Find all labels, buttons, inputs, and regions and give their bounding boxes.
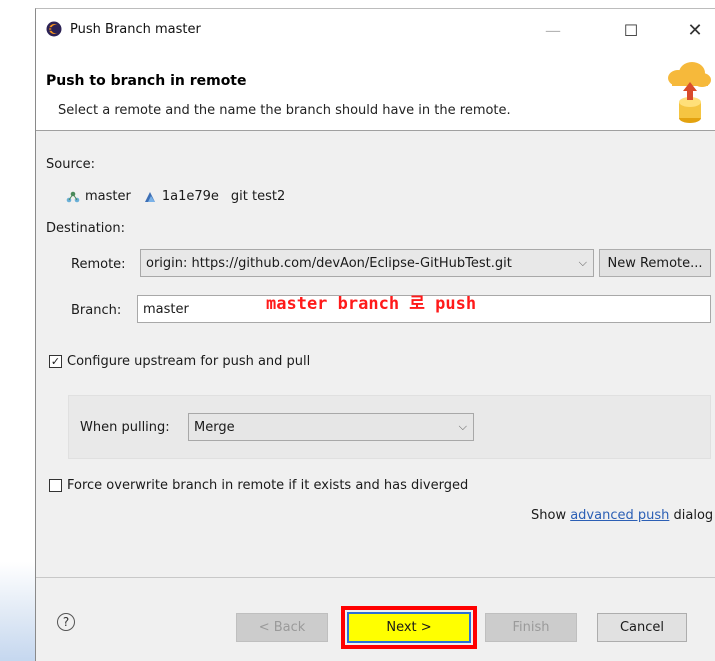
push-branch-dialog: Push Branch master — ☐ ✕ Push to branch … xyxy=(35,8,715,661)
page-title: Push to branch in remote xyxy=(46,73,247,89)
branch-icon xyxy=(66,191,80,202)
title-bar[interactable]: Push Branch master — ☐ ✕ xyxy=(36,9,715,53)
advanced-suffix: dialog xyxy=(669,508,714,523)
when-pulling-label: When pulling: xyxy=(80,420,170,435)
screenshot-canvas: Push Branch master — ☐ ✕ Push to branch … xyxy=(0,0,715,661)
configure-upstream-label: Configure upstream for push and pull xyxy=(67,354,311,369)
destination-label: Destination: xyxy=(46,221,125,236)
cancel-button[interactable]: Cancel xyxy=(597,613,687,642)
back-button[interactable]: < Back xyxy=(236,613,328,642)
close-icon: ✕ xyxy=(687,19,703,41)
force-overwrite-checkbox[interactable] xyxy=(49,479,62,492)
when-pulling-select[interactable]: Merge ⌵ xyxy=(188,413,474,441)
source-commit-id: 1a1e79e xyxy=(161,189,219,204)
commit-icon xyxy=(144,191,155,202)
advanced-push-row: Show advanced push dialog xyxy=(531,508,713,523)
help-glyph: ? xyxy=(62,615,70,629)
background-strip xyxy=(0,0,35,661)
footer-separator xyxy=(36,577,715,578)
checkmark-icon: ✓ xyxy=(50,355,61,368)
window-title: Push Branch master xyxy=(70,22,201,37)
branch-label: Branch: xyxy=(71,303,122,318)
new-remote-button[interactable]: New Remote... xyxy=(599,249,711,277)
help-icon[interactable]: ? xyxy=(57,613,75,631)
next-button[interactable]: Next > xyxy=(347,612,471,643)
push-to-remote-icon xyxy=(668,62,711,123)
advanced-prefix: Show xyxy=(531,508,571,523)
source-commit-message: git test2 xyxy=(230,189,286,204)
close-button[interactable]: ✕ xyxy=(675,15,715,45)
remote-label: Remote: xyxy=(71,257,126,272)
finish-button[interactable]: Finish xyxy=(485,613,577,642)
force-overwrite-row[interactable]: Force overwrite branch in remote if it e… xyxy=(49,478,468,493)
chevron-down-icon: ⌵ xyxy=(458,420,467,433)
eclipse-icon xyxy=(46,21,62,37)
wizard-header: Push to branch in remote Select a remote… xyxy=(36,53,715,131)
minimize-icon: — xyxy=(545,20,561,40)
source-ref: master 1a1e79e git test2 xyxy=(66,189,285,204)
maximize-icon: ☐ xyxy=(623,20,639,40)
annotation-text: master branch 로 push xyxy=(266,294,477,314)
source-branch: master xyxy=(85,189,131,204)
configure-upstream-checkbox[interactable]: ✓ xyxy=(49,355,62,368)
remote-select-value: origin: https://github.com/devAon/Eclips… xyxy=(146,255,512,271)
when-pulling-value: Merge xyxy=(194,419,235,435)
source-label: Source: xyxy=(46,157,96,172)
minimize-button[interactable]: — xyxy=(533,15,573,45)
force-overwrite-label: Force overwrite branch in remote if it e… xyxy=(67,478,469,493)
remote-select[interactable]: origin: https://github.com/devAon/Eclips… xyxy=(140,249,594,277)
page-description: Select a remote and the name the branch … xyxy=(58,103,511,118)
chevron-down-icon: ⌵ xyxy=(578,256,587,269)
configure-upstream-row[interactable]: ✓ Configure upstream for push and pull xyxy=(49,354,310,369)
advanced-push-link[interactable]: advanced push xyxy=(570,508,669,523)
maximize-button[interactable]: ☐ xyxy=(611,15,651,45)
